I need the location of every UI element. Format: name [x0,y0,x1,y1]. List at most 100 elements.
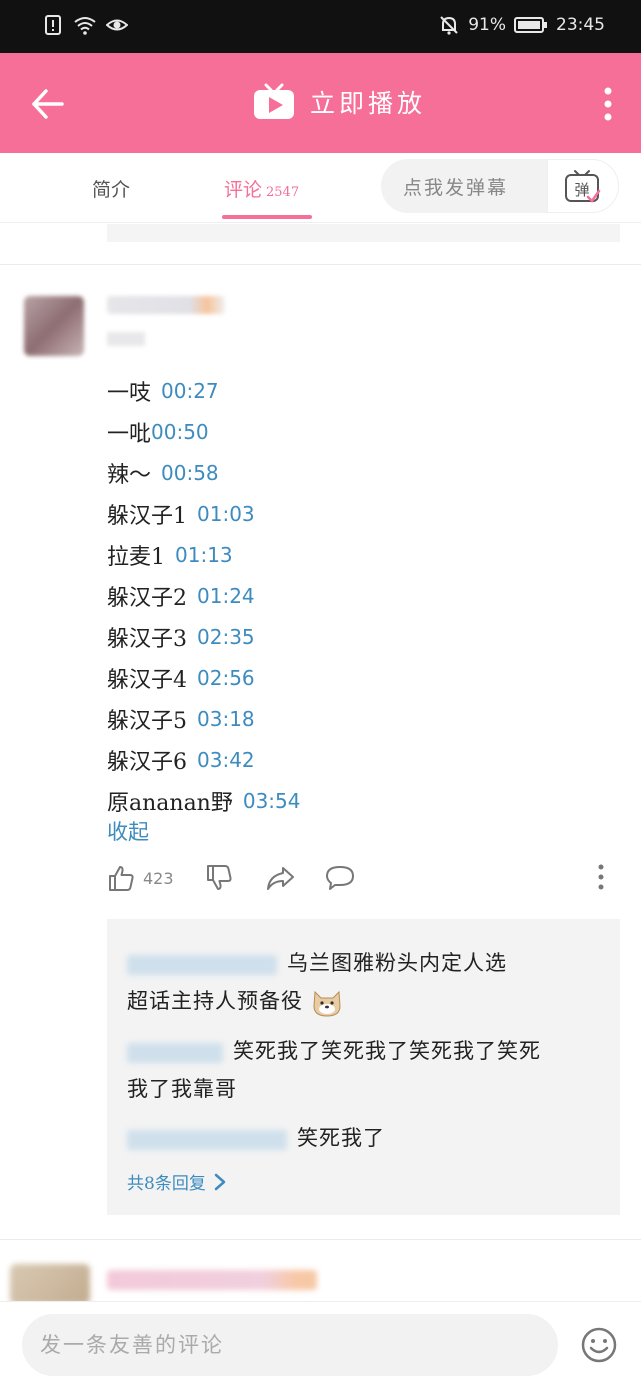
line-text: 辣～ [107,462,152,488]
line-text: 一吱 [107,380,152,406]
line-text: 躲汉子1 [107,503,187,529]
thumbs-up-icon [109,866,134,891]
battery-icon [514,17,547,33]
chevron-right-icon [214,1173,226,1190]
comment-actions: 423 [107,864,617,898]
reply-username-blurred[interactable] [127,954,277,975]
timestamp-line: 躲汉子4 02:56 [107,657,301,698]
line-text: 原ananan野 [107,790,233,816]
app-bar: 立即播放 [0,53,641,153]
tab-comments[interactable]: 评论 2547 [224,175,299,202]
mute-bell-icon [440,16,458,35]
timestamp-line: 躲汉子2 01:24 [107,575,301,616]
divider [0,1239,641,1240]
timestamp-link[interactable]: 01:24 [197,584,255,608]
reply-text: 超话主持人预备役 [127,989,303,1013]
comment-more-button[interactable] [597,864,605,890]
reply-button[interactable] [325,864,355,892]
view-all-replies-link[interactable]: 共8条回复 [127,1169,226,1194]
eye-icon [106,19,128,31]
danmaku-tv-icon: 弹 [565,170,601,203]
reply-username-blurred[interactable] [127,1042,223,1063]
line-text: 躲汉子6 [107,749,187,775]
timestamp-line: 辣～ 00:58 [107,452,301,493]
battery-percent: 91% [468,15,506,35]
like-button[interactable]: 423 [107,864,174,892]
divider [0,264,641,265]
sim-alert-icon [45,15,61,35]
timestamp-line: 一吱 00:27 [107,370,301,411]
username-blurred[interactable] [107,1270,317,1290]
reply-item: 乌兰图雅粉头内定人选 [127,947,507,977]
more-vertical-icon [598,864,604,890]
danmaku-button[interactable]: 弹 [547,159,619,213]
timestamp-link[interactable]: 03:18 [197,707,255,731]
status-bar: 91% 23:45 [0,0,641,53]
tv-play-icon [254,83,294,119]
more-replies-label: 共8条回复 [127,1174,206,1194]
timestamp-link[interactable]: 01:13 [175,543,233,567]
emoji-icon[interactable] [580,1326,618,1364]
line-text: 拉麦1 [107,544,165,570]
reply-text: 乌兰图雅粉头内定人选 [287,951,507,975]
timestamp-link[interactable]: 01:03 [197,502,255,526]
avatar[interactable] [10,1264,90,1304]
reply-item-continued: 我了我靠哥 [127,1073,237,1103]
more-vertical-icon[interactable] [603,87,613,121]
reply-item: 笑死我了笑死我了笑死我了笑死 [127,1035,541,1065]
danmaku-placeholder: 点我发弹幕 [403,177,509,199]
reply-preview[interactable]: 乌兰图雅粉头内定人选 超话主持人预备役 笑死我了笑死我了笑死我了笑死 我了我靠哥… [107,919,620,1215]
like-count: 423 [143,868,174,888]
timestamp-link[interactable]: 03:42 [197,748,255,772]
comments-count: 2547 [266,185,300,200]
previous-reply-box-edge [107,224,620,242]
danmaku-input[interactable]: 点我发弹幕 弹 [381,159,619,213]
comment-input-bar [0,1301,641,1389]
comment-meta-blurred [107,332,145,346]
timestamp-line: 一吡 00:50 [107,411,301,452]
reply-text: 笑死我了 [297,1126,385,1150]
timestamp-line: 躲汉子6 03:42 [107,739,301,780]
timestamp-line: 躲汉子5 03:18 [107,698,301,739]
active-tab-indicator [222,215,312,219]
line-text: 躲汉子2 [107,585,187,611]
timestamp-line: 原ananan野 03:54 [107,780,301,821]
tab-intro[interactable]: 简介 [92,175,130,202]
line-text: 一吡 [107,421,152,447]
comment-bubble-icon [326,866,354,890]
tab-comments-label: 评论 [224,179,263,201]
page-title: 立即播放 [310,89,427,118]
comment-body: 一吱 00:27 一吡 00:50 辣～ 00:58 躲汉子1 01:03 拉麦1 01:… [107,370,301,821]
dislike-button[interactable] [205,864,233,892]
play-now-button[interactable]: 立即播放 [252,83,426,121]
thumbs-down-icon [207,865,232,890]
timestamp-line: 躲汉子1 01:03 [107,493,301,534]
avatar[interactable] [24,296,84,356]
share-button[interactable] [265,864,295,892]
timestamp-link[interactable]: 00:27 [161,379,219,403]
back-arrow-icon[interactable] [30,86,66,122]
wifi-icon [74,17,96,35]
timestamp-link[interactable]: 02:56 [197,666,255,690]
clock: 23:45 [556,15,605,35]
username-blurred[interactable] [107,296,225,314]
timestamp-link[interactable]: 03:54 [243,789,301,813]
line-text: 躲汉子5 [107,708,187,734]
share-icon [267,867,294,890]
dog-emoji-icon [313,990,341,1017]
reply-username-blurred[interactable] [127,1129,287,1150]
timestamp-link[interactable]: 02:35 [197,625,255,649]
reply-item: 笑死我了 [127,1122,385,1152]
collapse-link[interactable]: 收起 [107,816,149,846]
timestamp-link[interactable]: 00:50 [151,420,209,444]
comment-input[interactable] [22,1314,558,1376]
comments-screen: 91% 23:45 立即播放 简介 评论 2547 点我发弹幕 弹 一吱 00:… [0,0,641,1389]
timestamp-line: 躲汉子3 02:35 [107,616,301,657]
line-text: 躲汉子3 [107,626,187,652]
timestamp-line: 拉麦1 01:13 [107,534,301,575]
timestamp-link[interactable]: 00:58 [161,461,219,485]
reply-item-continued: 超话主持人预备役 [127,985,343,1018]
line-text: 躲汉子4 [107,667,187,693]
reply-text: 我了我靠哥 [127,1077,237,1101]
reply-text: 笑死我了笑死我了笑死我了笑死 [233,1039,541,1063]
